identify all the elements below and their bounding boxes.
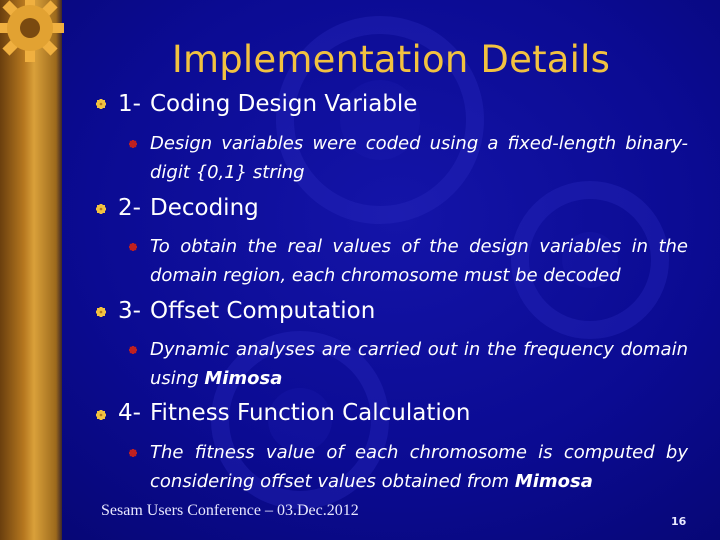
section-number: 3-	[118, 298, 141, 324]
slide-footer: Sesam Users Conference – 03.Dec.2012	[101, 502, 359, 519]
section-number: 2-	[118, 195, 141, 221]
section-heading-1: 1- Coding Design Variable	[118, 91, 417, 117]
detail-text: Design variables were coded using a fixe…	[150, 133, 688, 183]
section-heading-3: 3- Offset Computation	[118, 298, 375, 324]
square-flower-bullet-icon	[96, 307, 106, 317]
square-flower-bullet-icon	[96, 99, 106, 109]
page-number: 16	[671, 515, 687, 528]
section-heading-2: 2- Decoding	[118, 195, 259, 221]
section-heading-text: Offset Computation	[150, 298, 376, 324]
section-detail-3: Dynamic analyses are carried out in the …	[150, 335, 688, 393]
square-flower-bullet-icon	[129, 449, 137, 457]
slide-title: Implementation Details	[171, 38, 611, 81]
section-heading-text: Decoding	[150, 195, 259, 221]
slide: Implementation Details 1- Coding Design V…	[0, 0, 720, 540]
section-number: 1-	[118, 91, 141, 117]
square-flower-bullet-icon	[129, 140, 137, 148]
square-flower-bullet-icon	[129, 346, 137, 354]
detail-text: The fitness value of each chromosome is …	[150, 442, 688, 492]
detail-bold-text: Mimosa	[514, 471, 593, 492]
section-heading-text: Coding Design Variable	[150, 91, 418, 117]
square-flower-bullet-icon	[129, 243, 137, 251]
section-detail-2: To obtain the real values of the design …	[150, 232, 688, 290]
left-decorative-strip	[0, 0, 62, 540]
section-detail-4: The fitness value of each chromosome is …	[150, 438, 688, 496]
section-heading-text: Fitness Function Calculation	[150, 400, 471, 426]
detail-bold-text: Mimosa	[204, 368, 283, 389]
square-flower-bullet-icon	[96, 410, 106, 420]
section-number: 4-	[118, 400, 141, 426]
section-heading-4: 4- Fitness Function Calculation	[118, 400, 470, 426]
detail-text: To obtain the real values of the design …	[150, 236, 688, 286]
section-detail-1: Design variables were coded using a fixe…	[150, 129, 688, 187]
square-flower-bullet-icon	[96, 204, 106, 214]
